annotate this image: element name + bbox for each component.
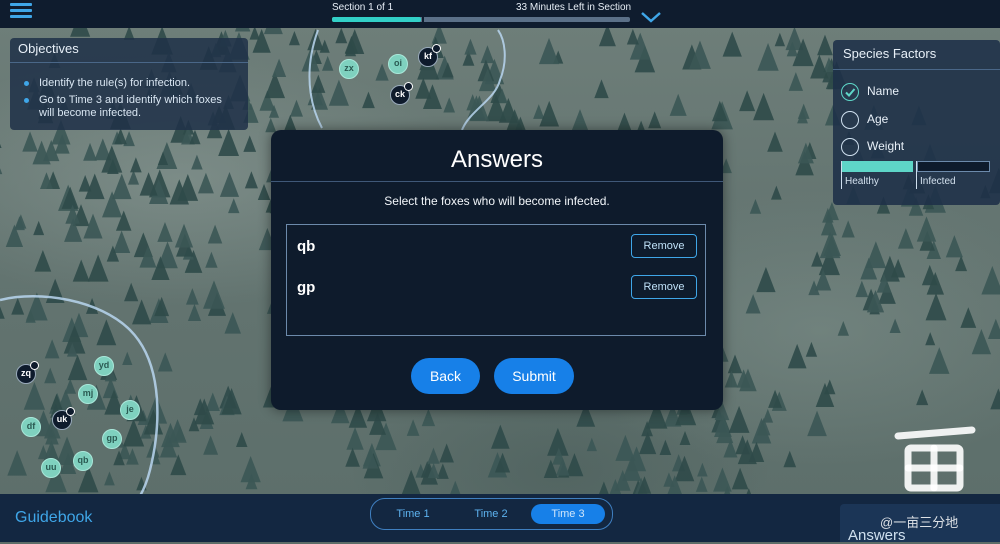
fox-marker[interactable]: uk	[52, 407, 75, 430]
infected-legend-label: Infected	[920, 176, 956, 187]
infected-dot-icon	[432, 44, 441, 53]
fox-marker[interactable]: ck	[390, 82, 413, 105]
tab-time-1[interactable]: Time 1	[383, 504, 443, 524]
remove-button[interactable]: Remove	[631, 275, 697, 299]
factor-label: Name	[867, 84, 900, 98]
objective-item: Identify the rule(s) for infection.	[24, 77, 239, 90]
infected-dot-icon	[30, 361, 39, 370]
guidebook-button[interactable]: Guidebook	[15, 509, 92, 527]
infected-dot-icon	[66, 407, 75, 416]
infected-legend-swatch	[917, 161, 990, 172]
watermark-logo-icon	[894, 426, 976, 492]
fox-marker[interactable]: zx	[339, 59, 359, 79]
tab-time-3[interactable]: Time 3	[531, 504, 605, 524]
section-progress-bar	[332, 17, 630, 22]
objectives-title: Objectives	[18, 41, 79, 56]
fox-marker[interactable]: qb	[73, 451, 93, 471]
fox-marker[interactable]: kf	[418, 44, 441, 67]
checkmark-radio-icon[interactable]	[841, 83, 859, 101]
fox-marker[interactable]: uu	[41, 458, 61, 478]
answer-row: qb Remove	[297, 234, 697, 262]
remove-button[interactable]: Remove	[631, 234, 697, 258]
answers-modal: Answers Select the foxes who will become…	[271, 130, 723, 410]
fox-marker[interactable]: zq	[16, 361, 39, 384]
healthy-legend-swatch	[842, 161, 913, 172]
objectives-divider	[10, 62, 248, 63]
chevron-down-icon[interactable]	[640, 10, 662, 24]
progress-fill	[332, 17, 422, 22]
radio-icon[interactable]	[841, 111, 859, 129]
answer-row: gp Remove	[297, 275, 697, 303]
legend-tick	[916, 161, 917, 189]
species-factors-divider	[833, 69, 1000, 70]
back-button[interactable]: Back	[411, 358, 480, 394]
answer-fox-name: gp	[297, 279, 316, 296]
fox-marker[interactable]: oi	[388, 54, 408, 74]
infected-dot-icon	[404, 82, 413, 91]
section-label: Section 1 of 1	[332, 2, 394, 13]
fox-marker[interactable]: df	[21, 417, 41, 437]
answer-list: qb Remove gp Remove	[286, 224, 706, 336]
healthy-legend-label: Healthy	[845, 176, 879, 187]
modal-instructions: Select the foxes who will become infecte…	[384, 194, 610, 208]
submit-button[interactable]: Submit	[494, 358, 574, 394]
menu-icon[interactable]	[10, 0, 32, 18]
fox-marker[interactable]: mj	[78, 384, 98, 404]
fox-marker[interactable]: yd	[94, 356, 114, 376]
objective-text: Identify the rule(s) for infection.	[39, 77, 191, 89]
objectives-panel: Objectives Identify the rule(s) for infe…	[10, 38, 248, 130]
bullet-icon	[24, 81, 29, 86]
bullet-icon	[24, 98, 29, 103]
species-factors-panel: Species Factors Name Age Weight Healthy …	[833, 40, 1000, 205]
factor-label: Age	[867, 112, 889, 126]
watermark-text: @一亩三分地	[880, 515, 959, 530]
progress-separator	[422, 17, 424, 22]
fox-marker[interactable]: gp	[102, 429, 122, 449]
time-left-label: 33 Minutes Left in Section	[516, 2, 632, 13]
modal-title: Answers	[450, 146, 544, 173]
answer-fox-name: qb	[297, 238, 316, 255]
top-bar: Section 1 of 1 33 Minutes Left in Sectio…	[0, 0, 1000, 28]
objective-text: Go to Time 3 and identify which foxes wi…	[39, 94, 222, 119]
radio-icon[interactable]	[841, 138, 859, 156]
species-factors-title: Species Factors	[843, 46, 937, 61]
tab-time-2[interactable]: Time 2	[461, 504, 521, 524]
modal-divider	[271, 181, 723, 182]
time-selector: Time 1 Time 2 Time 3	[370, 498, 613, 530]
objective-item: Go to Time 3 and identify which foxes wi…	[24, 94, 239, 120]
fox-marker[interactable]: je	[120, 400, 140, 420]
factor-label: Weight	[867, 139, 905, 153]
territory-boundary-top	[308, 29, 506, 131]
check-icon	[845, 88, 856, 97]
legend-tick	[841, 161, 842, 189]
bottom-bar: Guidebook Time 1 Time 2 Time 3 Answers	[0, 494, 1000, 544]
